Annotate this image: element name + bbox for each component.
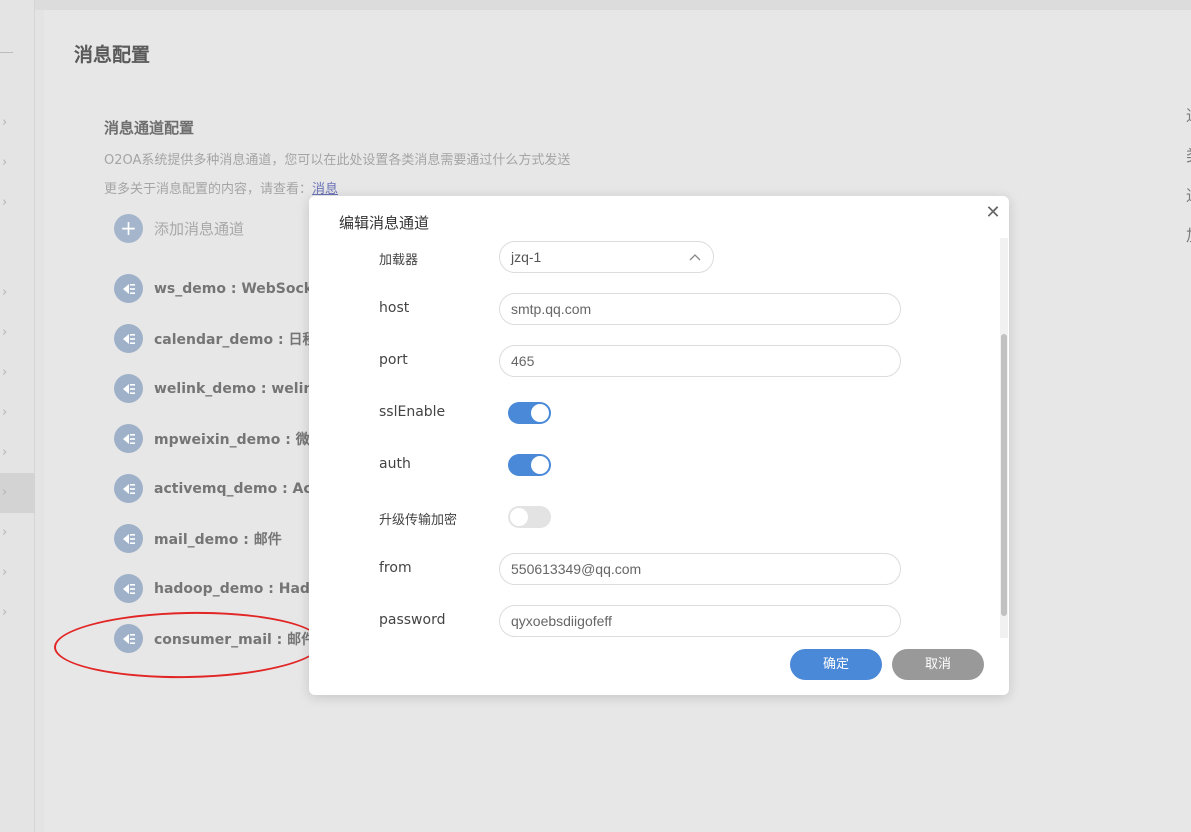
host-label: host	[379, 300, 410, 316]
channel-item[interactable]: hadoop_demo : Hadoo	[114, 574, 329, 603]
toggle-knob	[531, 456, 549, 474]
page-title: 消息配置	[74, 44, 151, 66]
chevron-right-icon[interactable]: ›	[2, 366, 14, 380]
from-label: from	[379, 560, 412, 576]
channel-icon	[114, 374, 143, 403]
channel-icon	[114, 574, 143, 603]
chevron-right-icon[interactable]: ›	[2, 196, 14, 210]
ssl-label: sslEnable	[379, 404, 446, 420]
left-sidebar: › › › › › › › › › › › ›	[0, 0, 35, 832]
add-channel-button[interactable]: + 添加消息通道	[114, 214, 244, 243]
channel-icon	[114, 274, 143, 303]
channel-icon	[114, 524, 143, 553]
chevron-right-icon[interactable]: ›	[2, 486, 14, 500]
chevron-up-icon	[689, 242, 701, 283]
chevron-right-icon[interactable]: ›	[2, 286, 14, 300]
channel-item[interactable]: mpweixin_demo : 微信	[114, 424, 324, 453]
channel-item[interactable]: calendar_demo : 日程	[114, 324, 316, 353]
sidebar-divider	[0, 52, 13, 53]
ssl-toggle[interactable]	[508, 402, 551, 424]
port-label: port	[379, 352, 408, 368]
channel-item[interactable]: mail_demo : 邮件	[114, 524, 282, 553]
right-nav-item[interactable]: 类	[1186, 142, 1191, 166]
password-label: password	[379, 612, 446, 628]
cancel-button[interactable]: 取消	[892, 649, 984, 680]
chevron-right-icon[interactable]: ›	[2, 116, 14, 130]
password-input[interactable]: qyxoebsdiigofeff	[499, 605, 901, 637]
top-strip	[0, 0, 1191, 10]
chevron-right-icon[interactable]: ›	[2, 156, 14, 170]
help-prefix: 更多关于消息配置的内容，请查看：	[104, 182, 313, 197]
right-nav-item[interactable]: 加	[1186, 222, 1191, 246]
section-help: 更多关于消息配置的内容，请查看：消息	[104, 178, 338, 197]
channel-label: activemq_demo : Activ	[154, 480, 333, 497]
loader-select[interactable]: jzq-1	[499, 241, 714, 273]
right-nav-item[interactable]: 通	[1186, 102, 1191, 126]
dialog-title: 编辑消息通道	[339, 214, 430, 232]
port-input[interactable]: 465	[499, 345, 901, 377]
channel-label: mail_demo : 邮件	[154, 531, 282, 548]
edit-channel-dialog: 编辑消息通道 ✕ 加载器 jzq-1 host smtp.qq.com port…	[309, 196, 1009, 695]
channel-item[interactable]: ws_demo : WebSocket	[114, 274, 329, 303]
channel-label: ws_demo : WebSocket	[154, 280, 329, 297]
channel-label: mpweixin_demo : 微信	[154, 431, 324, 448]
chevron-right-icon[interactable]: ›	[2, 566, 14, 580]
starttls-toggle[interactable]	[508, 506, 551, 528]
add-channel-label: 添加消息通道	[154, 220, 245, 238]
section-description: O2OA系统提供多种消息通道，您可以在此处设置各类消息需要通过什么方式发送	[104, 153, 571, 168]
toggle-knob	[510, 508, 528, 526]
confirm-button[interactable]: 确定	[790, 649, 882, 680]
auth-label: auth	[379, 456, 411, 472]
starttls-label: 升级传输加密	[379, 513, 458, 528]
chevron-right-icon[interactable]: ›	[2, 606, 14, 620]
section-title: 消息通道配置	[104, 119, 195, 137]
host-input[interactable]: smtp.qq.com	[499, 293, 901, 325]
channel-icon	[114, 424, 143, 453]
close-icon[interactable]: ✕	[985, 204, 1001, 222]
loader-value: jzq-1	[511, 249, 542, 265]
chevron-right-icon[interactable]: ›	[2, 446, 14, 460]
channel-label: welink_demo : welink	[154, 380, 323, 397]
chevron-right-icon[interactable]: ›	[2, 326, 14, 340]
channel-item[interactable]: welink_demo : welink	[114, 374, 323, 403]
channel-icon	[114, 324, 143, 353]
loader-label: 加载器	[379, 253, 419, 268]
plus-icon: +	[114, 214, 143, 243]
channel-label: hadoop_demo : Hadoo	[154, 580, 330, 597]
help-link[interactable]: 消息	[312, 182, 338, 197]
dialog-scrollbar-thumb[interactable]	[1001, 334, 1007, 616]
from-input[interactable]: 550613349@qq.com	[499, 553, 901, 585]
channel-item[interactable]: activemq_demo : Activ	[114, 474, 332, 503]
chevron-right-icon[interactable]: ›	[2, 526, 14, 540]
channel-label: calendar_demo : 日程	[154, 331, 317, 348]
right-nav-item[interactable]: 通	[1186, 182, 1191, 206]
chevron-right-icon[interactable]: ›	[2, 406, 14, 420]
toggle-knob	[531, 404, 549, 422]
channel-icon	[114, 474, 143, 503]
auth-toggle[interactable]	[508, 454, 551, 476]
